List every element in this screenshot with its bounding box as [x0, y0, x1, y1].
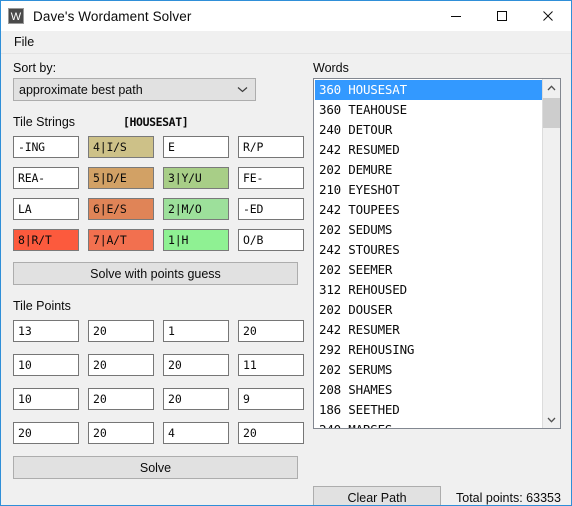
scrollbar-thumb[interactable] [543, 98, 560, 128]
word-list-item[interactable]: 360 HOUSESAT [315, 80, 542, 100]
tile-string-input[interactable]: 1|H [163, 229, 229, 251]
app-w-icon: W [8, 8, 24, 24]
tile-string-input[interactable]: E [163, 136, 229, 158]
tile-point-input[interactable]: 10 [13, 388, 79, 410]
tile-string-input[interactable]: O/B [238, 229, 304, 251]
word-list-item[interactable]: 360 TEAHOUSE [315, 100, 542, 120]
bottom-right-pane: Clear Path Total points: 63353 Clear Boa… [313, 486, 563, 505]
chevron-down-icon [237, 79, 248, 100]
word-list-item[interactable]: 292 REHOUSING [315, 340, 542, 360]
tile-string-input[interactable]: 8|R/T [13, 229, 79, 251]
tile-string-input[interactable]: FE- [238, 167, 304, 189]
tile-point-input[interactable]: 20 [238, 422, 304, 444]
tile-point-input[interactable]: 4 [163, 422, 229, 444]
word-list-item[interactable]: 186 SEETHED [315, 400, 542, 420]
clear-path-row: Clear Path Total points: 63353 [313, 486, 563, 505]
tile-string-input[interactable]: 5|D/E [88, 167, 154, 189]
word-list-item[interactable]: 202 SEEMER [315, 260, 542, 280]
caption-button-group [433, 1, 571, 31]
word-list-item[interactable]: 240 MARSES [315, 420, 542, 428]
path-word: [HOUSESAT] [123, 115, 189, 129]
close-icon [543, 11, 553, 21]
word-list-item[interactable]: 240 DETOUR [315, 120, 542, 140]
tile-strings-header: Tile Strings [HOUSESAT] [13, 115, 299, 133]
word-list-item[interactable]: 210 EYESHOT [315, 180, 542, 200]
tile-string-input[interactable]: 3|Y/U [163, 167, 229, 189]
solve-button[interactable]: Solve [13, 456, 298, 479]
word-list-item[interactable]: 208 SHAMES [315, 380, 542, 400]
tile-string-input[interactable]: LA [13, 198, 79, 220]
tile-point-input[interactable]: 20 [88, 354, 154, 376]
main-content: Sort by: approximate best path Tile Stri… [1, 54, 571, 505]
words-scrollbar[interactable] [542, 79, 560, 428]
tile-string-input[interactable]: -ED [238, 198, 304, 220]
tile-point-input[interactable]: 11 [238, 354, 304, 376]
clear-path-button[interactable]: Clear Path [313, 486, 441, 505]
tile-point-input[interactable]: 20 [163, 388, 229, 410]
tile-string-input[interactable]: REA- [13, 167, 79, 189]
scroll-up-icon[interactable] [543, 79, 560, 96]
word-list-item[interactable]: 242 STOURES [315, 240, 542, 260]
total-points-stat: Total points: 63353 [456, 490, 561, 505]
words-list-items: 360 HOUSESAT 360 TEAHOUSE 240 DETOUR 242 RE… [314, 79, 542, 428]
left-pane: Sort by: approximate best path Tile Stri… [13, 61, 304, 479]
word-list-item[interactable]: 242 TOUPEES [315, 200, 542, 220]
close-button[interactable] [525, 1, 571, 31]
right-pane: Words 360 HOUSESAT 360 TEAHOUSE 240 DETOUR… [313, 61, 561, 429]
tile-point-input[interactable]: 20 [88, 320, 154, 342]
word-list-item[interactable]: 242 RESUMER [315, 320, 542, 340]
words-listbox[interactable]: 360 HOUSESAT 360 TEAHOUSE 240 DETOUR 242 RE… [313, 78, 561, 429]
tile-string-input[interactable]: -ING [13, 136, 79, 158]
menu-bar: File [1, 31, 571, 54]
tile-strings-grid: -ING 4|I/S E R/P REA- 5|D/E 3|Y/U FE- LA 6|E/S 2|M… [13, 136, 304, 251]
tile-point-input[interactable]: 1 [163, 320, 229, 342]
word-list-item[interactable]: 202 SERUMS [315, 360, 542, 380]
words-label: Words [313, 61, 349, 75]
scroll-down-icon[interactable] [543, 411, 560, 428]
tile-string-input[interactable]: R/P [238, 136, 304, 158]
title-bar: W Dave's Wordament Solver [1, 1, 571, 31]
word-list-item[interactable]: 202 DOUSER [315, 300, 542, 320]
tile-points-label: Tile Points [13, 299, 71, 313]
sort-by-select[interactable]: approximate best path [13, 78, 256, 101]
sort-by-label: Sort by: [13, 61, 57, 75]
tile-point-input[interactable]: 20 [163, 354, 229, 376]
minimize-icon [451, 16, 461, 17]
tile-strings-label: Tile Strings [13, 115, 76, 129]
tile-point-input[interactable]: 20 [88, 422, 154, 444]
app-window: W Dave's Wordament Solver File Sort by: … [0, 0, 572, 506]
maximize-icon [497, 11, 507, 21]
maximize-button[interactable] [479, 1, 525, 31]
tile-point-input[interactable]: 9 [238, 388, 304, 410]
word-list-item[interactable]: 202 DEMURE [315, 160, 542, 180]
tile-points-header: Tile Points [13, 299, 299, 317]
tile-string-input[interactable]: 4|I/S [88, 136, 154, 158]
tile-point-input[interactable]: 13 [13, 320, 79, 342]
tile-points-grid: 13 20 1 20 10 20 20 11 10 20 20 9 20 20 4 20 [13, 320, 304, 444]
word-list-item[interactable]: 242 RESUMED [315, 140, 542, 160]
sort-by-value: approximate best path [19, 82, 143, 97]
minimize-button[interactable] [433, 1, 479, 31]
tile-point-input[interactable]: 20 [238, 320, 304, 342]
tile-point-input[interactable]: 20 [13, 422, 79, 444]
tile-string-input[interactable]: 2|M/O [163, 198, 229, 220]
tile-point-input[interactable]: 10 [13, 354, 79, 376]
window-title: Dave's Wordament Solver [33, 8, 192, 24]
word-list-item[interactable]: 202 SEDUMS [315, 220, 542, 240]
tile-string-input[interactable]: 7|A/T [88, 229, 154, 251]
tile-string-input[interactable]: 6|E/S [88, 198, 154, 220]
solve-with-points-guess-button[interactable]: Solve with points guess [13, 262, 298, 285]
word-list-item[interactable]: 312 REHOUSED [315, 280, 542, 300]
menu-item-file[interactable]: File [1, 33, 42, 51]
tile-point-input[interactable]: 20 [88, 388, 154, 410]
